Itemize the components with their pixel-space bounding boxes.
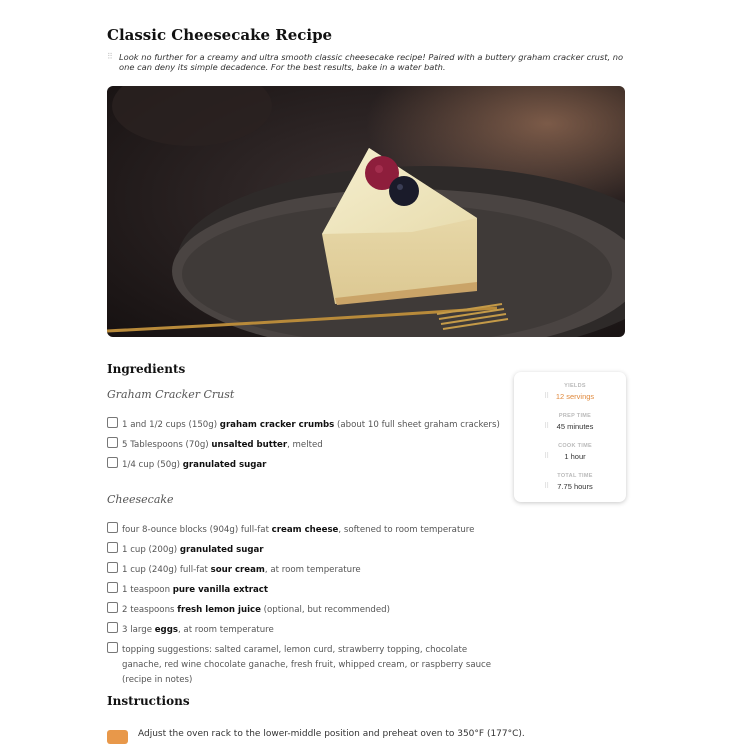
ingredient-item: 3 large eggs, at room temperature <box>107 622 527 638</box>
ingredient-checkbox[interactable] <box>107 457 118 468</box>
cook-time-label: COOK TIME <box>558 443 592 449</box>
ingredient-text: topping suggestions: salted caramel, lem… <box>122 645 492 685</box>
ingredients-heading: Ingredients <box>107 362 186 376</box>
ingredient-text: 1/4 cup (50g) granulated sugar <box>122 460 267 470</box>
ingredient-item: 1 and 1/2 cups (150g) graham cracker cru… <box>107 417 527 433</box>
ingredient-item: 1 cup (200g) granulated sugar <box>107 542 527 558</box>
cook-time-value: 1 hour <box>564 452 586 461</box>
drag-handle-icon[interactable]: ⠿ <box>107 52 119 72</box>
cheesecake-photo <box>107 86 625 337</box>
group-heading-cheesecake: Cheesecake <box>107 493 174 506</box>
ingredient-item: 5 Tablespoons (70g) unsalted butter, mel… <box>107 437 527 453</box>
ingredient-text: 5 Tablespoons (70g) unsalted butter, mel… <box>122 440 323 450</box>
step-number-badge <box>107 730 128 744</box>
total-time-value: 7.75 hours <box>557 482 593 491</box>
yields-value: 12 servings <box>555 392 595 401</box>
recipe-title: Classic Cheesecake Recipe <box>107 26 333 44</box>
ingredient-checkbox[interactable] <box>107 437 118 448</box>
recipe-details-card: ⠿ YIELDS 12 servings ⠿ PREP TIME 45 minu… <box>514 372 626 502</box>
prep-time-label: PREP TIME <box>558 413 592 419</box>
ingredient-checkbox[interactable] <box>107 522 118 533</box>
prep-time-stat: ⠿ PREP TIME 45 minutes <box>514 413 626 439</box>
group-heading-crust: Graham Cracker Crust <box>107 388 235 401</box>
ingredient-item: 1 teaspoon pure vanilla extract <box>107 582 527 598</box>
instructions-heading: Instructions <box>107 694 190 708</box>
ingredient-text: 1 teaspoon pure vanilla extract <box>122 585 268 595</box>
ingredient-checkbox[interactable] <box>107 602 118 613</box>
ingredient-item: four 8-ounce blocks (904g) full-fat crea… <box>107 522 527 538</box>
ingredient-text: 1 cup (240g) full-fat sour cream, at roo… <box>122 565 361 575</box>
hero-image <box>107 86 625 337</box>
ingredient-item: 2 teaspoons fresh lemon juice (optional,… <box>107 602 527 618</box>
ingredient-item: 1/4 cup (50g) granulated sugar <box>107 457 527 473</box>
ingredient-checkbox[interactable] <box>107 542 118 553</box>
ingredient-checkbox[interactable] <box>107 582 118 593</box>
ingredient-item: topping suggestions: salted caramel, lem… <box>107 642 507 688</box>
total-time-stat: ⠿ TOTAL TIME 7.75 hours <box>514 473 626 499</box>
instruction-step-text: Adjust the oven rack to the lower-middle… <box>138 729 525 739</box>
ingredient-text: four 8-ounce blocks (904g) full-fat crea… <box>122 525 475 535</box>
prep-time-value: 45 minutes <box>556 422 594 431</box>
cook-time-stat: ⠿ COOK TIME 1 hour <box>514 443 626 469</box>
intro-text: Look no further for a creamy and ultra s… <box>119 52 624 72</box>
ingredient-text: 1 cup (200g) granulated sugar <box>122 545 264 555</box>
ingredient-item: 1 cup (240g) full-fat sour cream, at roo… <box>107 562 527 578</box>
ingredient-checkbox[interactable] <box>107 622 118 633</box>
ingredient-text: 3 large eggs, at room temperature <box>122 625 274 635</box>
ingredient-checkbox[interactable] <box>107 417 118 428</box>
total-time-label: TOTAL TIME <box>557 473 593 479</box>
ingredient-checkbox[interactable] <box>107 562 118 573</box>
recipe-intro: ⠿ Look no further for a creamy and ultra… <box>107 52 627 72</box>
ingredient-text: 2 teaspoons fresh lemon juice (optional,… <box>122 605 390 615</box>
yields-label: YIELDS <box>564 383 586 389</box>
ingredient-checkbox[interactable] <box>107 642 118 653</box>
yields-stat: ⠿ YIELDS 12 servings <box>514 383 626 409</box>
ingredient-text: 1 and 1/2 cups (150g) graham cracker cru… <box>122 420 500 430</box>
